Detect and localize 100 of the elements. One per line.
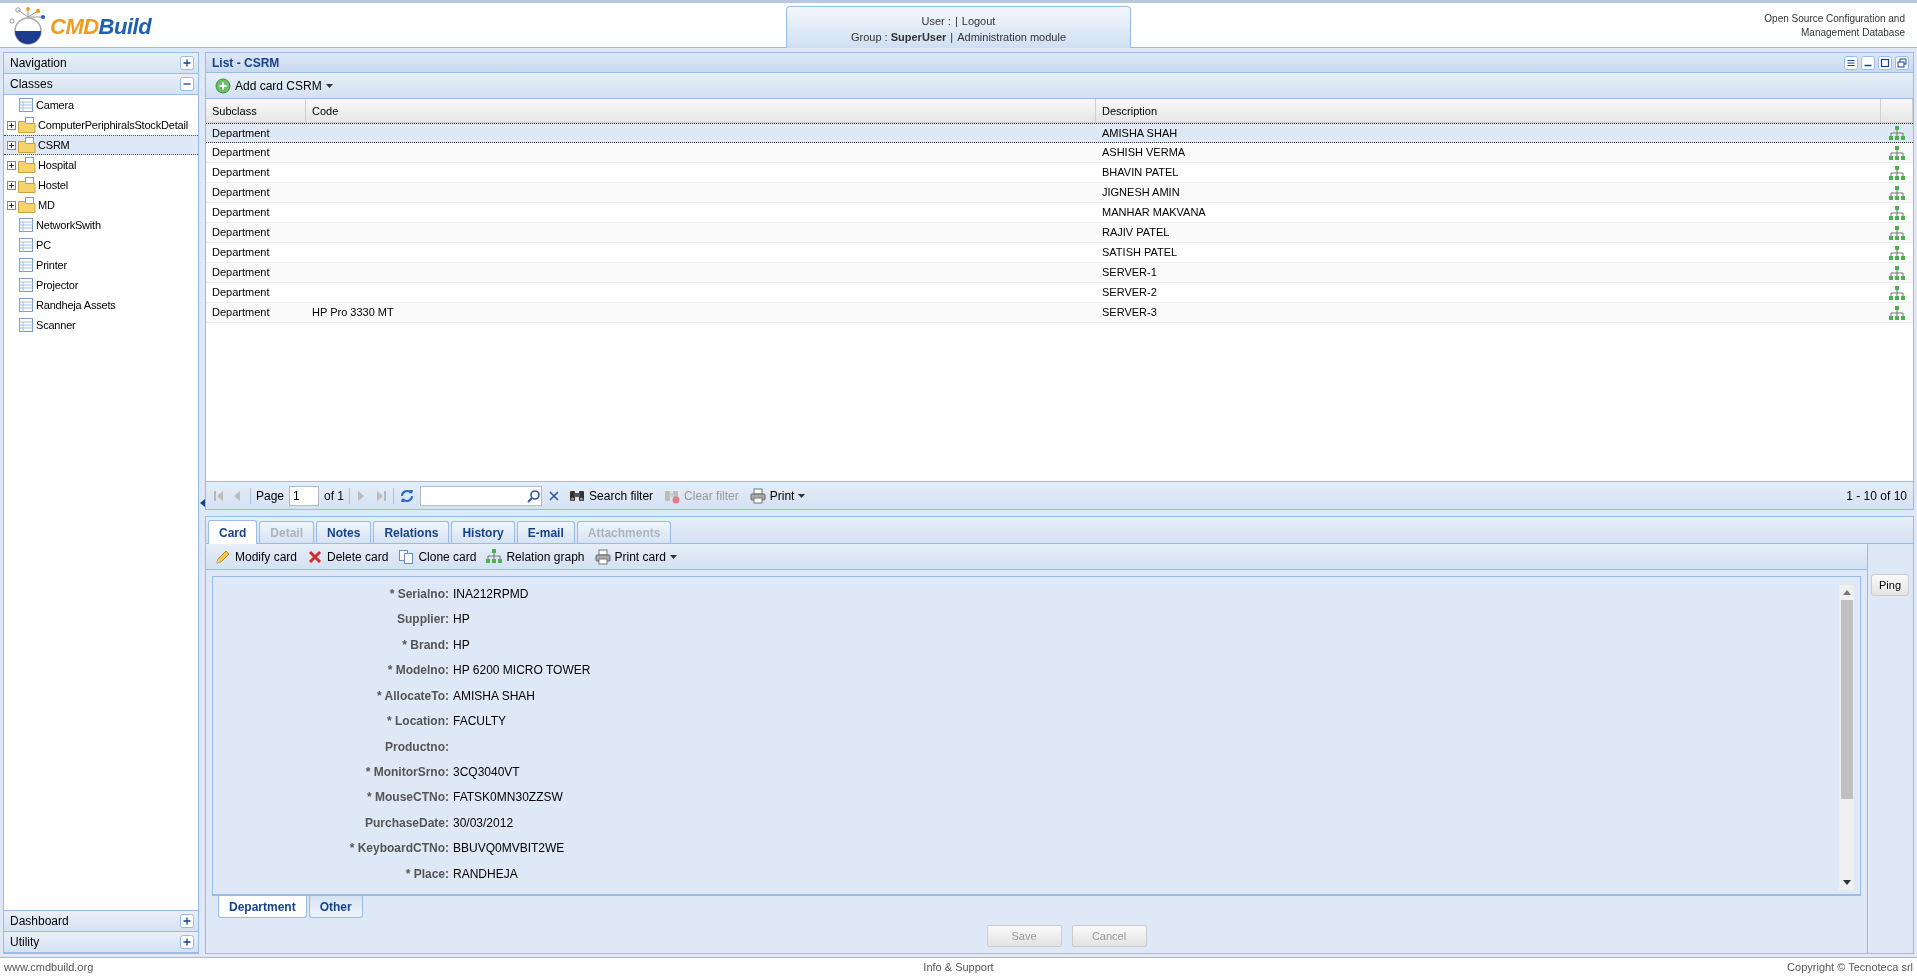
administration-link[interactable]: Administration module (957, 29, 1067, 45)
caret-icon (325, 83, 333, 88)
toolbar-button[interactable]: Relation graph (483, 546, 588, 567)
plus-icon[interactable] (7, 180, 16, 190)
table-row[interactable]: Department HP Pro 3330 MT SERVER-3 (206, 303, 1913, 323)
table-cell-text: SATISH PATEL (1101, 245, 1179, 261)
plus-icon[interactable] (7, 140, 16, 150)
tree-diagram-icon[interactable] (1889, 245, 1905, 260)
accordion-header[interactable]: Dashboard (4, 911, 198, 932)
tree-diagram-icon[interactable] (1889, 305, 1905, 320)
tree-item[interactable]: CSRM (4, 135, 198, 155)
table-cell-text: BHAVIN PATEL (1101, 165, 1180, 181)
folder-icon (18, 157, 36, 173)
plus-icon[interactable] (7, 200, 16, 210)
table-icon (18, 257, 34, 273)
tree-item[interactable]: Randheja Assets (4, 295, 198, 315)
plus-icon[interactable] (7, 120, 16, 130)
minus-icon[interactable] (180, 77, 194, 91)
tree-diagram-icon[interactable] (1889, 265, 1905, 280)
user-label: User : (921, 14, 951, 29)
accordion-header[interactable]: Navigation (4, 53, 198, 74)
field-label: * Brand: (401, 636, 449, 654)
table-row[interactable]: Department SERVER-1 (206, 263, 1913, 283)
pencil-icon (215, 548, 231, 565)
tree-diagram-icon[interactable] (1889, 225, 1905, 240)
tree-item[interactable]: Hospital (4, 155, 198, 175)
close-icon[interactable] (547, 488, 562, 503)
table-cell-text: MANHAR MAKVANA (1101, 205, 1207, 221)
tree-item[interactable]: ComputerPeriphiralsStockDetail (4, 115, 198, 135)
tree-item[interactable]: Scanner (4, 315, 198, 335)
maximize-icon[interactable] (1878, 55, 1892, 70)
tab[interactable]: Notes (316, 521, 372, 543)
table-icon (18, 297, 34, 313)
delete-icon (307, 548, 324, 565)
accordion-header[interactable]: Utility (4, 932, 198, 953)
tree-item[interactable]: Hostel (4, 175, 198, 195)
tree-diagram-icon[interactable] (1889, 145, 1905, 160)
accordion-header[interactable]: Classes (4, 74, 198, 95)
field-label: * MouseCTNo: (366, 789, 449, 807)
table-icon (18, 317, 34, 333)
scroll-up-icon[interactable] (1841, 589, 1852, 596)
field-value: RANDHEJA (452, 865, 519, 883)
table-row[interactable]: Department AMISHA SHAH (206, 123, 1913, 143)
search-icon[interactable] (526, 488, 541, 503)
toolbar-button[interactable]: Print card (591, 546, 680, 567)
field-label: * Place: (404, 865, 449, 883)
support-link[interactable]: Info & Support (923, 959, 994, 976)
toolbar-button[interactable]: Delete card (304, 546, 392, 567)
field-value: INA212RPMD (452, 586, 530, 603)
tree-item[interactable]: PC (4, 235, 198, 255)
copyright-text: Copyright © Tecnoteca srl (1786, 960, 1913, 976)
tree-diagram-icon[interactable] (1889, 185, 1905, 200)
ping-button[interactable]: Ping (1871, 574, 1909, 596)
tree-item[interactable]: Projector (4, 275, 198, 295)
table-cell-text: Department (211, 285, 271, 301)
search-filter-button[interactable]: Search filter (566, 485, 657, 506)
minimize-icon[interactable] (1861, 55, 1875, 70)
toolbar-button[interactable]: Modify card (212, 546, 301, 567)
table-row[interactable]: Department RAJIV PATEL (206, 223, 1913, 243)
tree-diagram-icon[interactable] (1889, 285, 1905, 300)
refresh-icon[interactable] (399, 487, 416, 504)
table-row[interactable]: Department ASHISH VERMA (206, 143, 1913, 163)
tab[interactable]: E-mail (516, 521, 575, 543)
scroll-down-icon[interactable] (1841, 879, 1852, 886)
tree-diagram-icon[interactable] (1889, 205, 1905, 220)
toolbar-button[interactable]: Clone card (395, 546, 480, 567)
website-link[interactable]: www.cmdbuild.org (4, 959, 924, 976)
tree-item[interactable]: NetworkSwith (4, 215, 198, 235)
caret-icon (798, 493, 806, 498)
tree-item[interactable]: MD (4, 195, 198, 215)
tree-item[interactable]: Printer (4, 255, 198, 275)
scrollbar[interactable] (1839, 585, 1854, 890)
menu-icon[interactable] (1844, 55, 1858, 70)
restore-icon[interactable] (1895, 55, 1909, 70)
tree-diagram-icon[interactable] (1889, 126, 1905, 140)
tree-item[interactable]: Camera (4, 95, 198, 115)
tab[interactable]: Department (218, 896, 307, 918)
tree-diagram-icon[interactable] (1889, 165, 1905, 180)
table-cell-text: Department (211, 245, 271, 261)
tab[interactable]: Card (208, 520, 258, 544)
separator-text: | (954, 14, 958, 29)
table-cell-text: AMISHA SHAH (1101, 125, 1179, 141)
section-title: Utility (10, 934, 40, 951)
search-field[interactable] (420, 485, 543, 506)
field-label: * KeyboardCTNo: (348, 840, 449, 858)
print-button[interactable]: Print (746, 485, 809, 506)
plus-icon[interactable] (7, 160, 16, 170)
page-field[interactable]: 1 (289, 485, 320, 506)
add-card-button[interactable]: Add card CSRM (212, 75, 336, 96)
tab[interactable]: Relations (373, 521, 450, 543)
field-value: BBUVQ0MVBIT2WE (452, 840, 566, 858)
copy-icon (398, 548, 415, 565)
section-title: Classes (10, 76, 53, 93)
table-cell-text: ASHISH VERMA (1101, 145, 1187, 161)
tab[interactable]: History (451, 521, 515, 543)
field-value: AMISHA SHAH (452, 687, 537, 705)
tab[interactable]: Other (308, 896, 363, 918)
field-label: PurchaseDate: (363, 814, 449, 832)
table-row[interactable]: Department JIGNESH AMIN (206, 183, 1913, 203)
logout-link[interactable]: Logout (961, 13, 996, 29)
